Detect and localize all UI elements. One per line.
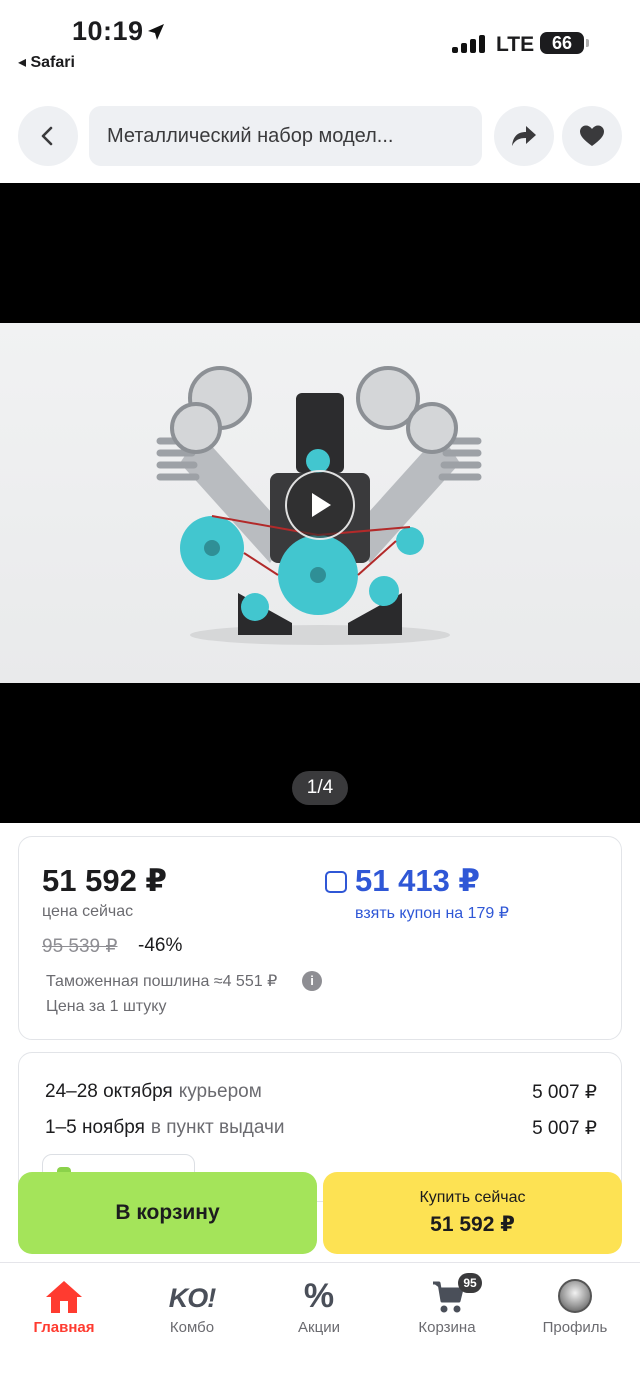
clock: 10:19 [72,16,144,46]
discount-percent: -46% [138,935,183,956]
back-to-safari-link[interactable]: ◂ Safari [18,52,75,72]
play-video-button[interactable] [285,470,355,540]
delivery-dates: 24–28 октября [45,1081,173,1102]
add-to-cart-button[interactable]: В корзину [18,1172,317,1254]
tab-label: Комбо [169,1319,215,1336]
tab-combo[interactable]: KO! Комбо [137,1277,247,1347]
delivery-method: в пункт выдачи [150,1117,285,1138]
old-price: 95 539 ₽ [42,936,118,957]
customs-duty: Таможенная пошлина ≈4 551 ₽ [46,973,278,990]
back-button[interactable] [18,106,78,166]
navigation-bar: Металлический набор модел... [0,100,640,176]
home-icon [46,1281,82,1313]
avatar-icon [558,1279,592,1313]
share-arrow-icon [512,126,536,146]
tab-label: Главная [33,1319,95,1336]
buy-now-button[interactable]: Купить сейчас 51 592 ₽ [323,1172,622,1254]
coupon-price[interactable]: 51 413 ₽ [355,863,480,899]
search-field[interactable]: Металлический набор модел... [89,106,482,166]
product-media-gallery[interactable]: 1/4 [0,183,640,823]
location-arrow-icon [148,24,164,40]
delivery-method: курьером [178,1081,262,1102]
chevron-left-icon [41,126,53,146]
buy-now-price: 51 592 ₽ [430,1213,515,1236]
coupon-label[interactable]: взять купон на 179 ₽ [355,903,509,923]
delivery-option-pickup[interactable]: 1–5 ноября в пункт выдачи 5 007 ₽ [45,1117,597,1143]
tab-cart[interactable]: 95 Корзина [392,1273,502,1347]
battery-tip [586,39,589,47]
delivery-cost: 5 007 ₽ [532,1118,597,1139]
current-price-label: цена сейчас [42,903,134,920]
tab-home[interactable]: Главная [9,1277,119,1347]
bottom-tab-bar: Главная KO! Комбо % Акции 95 Корзина Про… [0,1262,640,1388]
percent-icon: % [303,1277,335,1315]
price-card: 51 592 ₽ цена сейчас 51 413 ₽ взять купо… [18,836,622,1040]
share-button[interactable] [494,106,554,166]
tab-label: Профиль [542,1319,608,1336]
buy-now-label: Купить сейчас [419,1189,526,1206]
coupon-checkbox[interactable] [325,871,347,893]
tab-label: Корзина [418,1319,476,1336]
play-icon [312,493,331,517]
heart-icon [580,125,604,146]
tab-profile[interactable]: Профиль [520,1277,630,1347]
info-icon[interactable]: i [302,971,322,991]
ko-logo-icon: KO! [168,1283,217,1313]
price-per-unit: Цена за 1 штуку [46,998,167,1015]
battery-icon: 66 [540,32,584,54]
cart-badge: 95 [458,1273,482,1293]
delivery-cost: 5 007 ₽ [532,1082,597,1103]
status-bar: 10:19 ◂ Safari LTE 66 [0,0,640,80]
media-counter: 1/4 [292,771,348,805]
network-type: LTE [496,33,535,56]
delivery-dates: 1–5 ноября [45,1117,145,1138]
favorite-button[interactable] [562,106,622,166]
current-price: 51 592 ₽ [42,863,167,898]
delivery-option-courier[interactable]: 24–28 октября курьером 5 007 ₽ [45,1081,597,1107]
signal-strength-icon [452,33,488,53]
tab-promotions[interactable]: % Акции [264,1277,374,1347]
tab-label: Акции [298,1319,340,1336]
